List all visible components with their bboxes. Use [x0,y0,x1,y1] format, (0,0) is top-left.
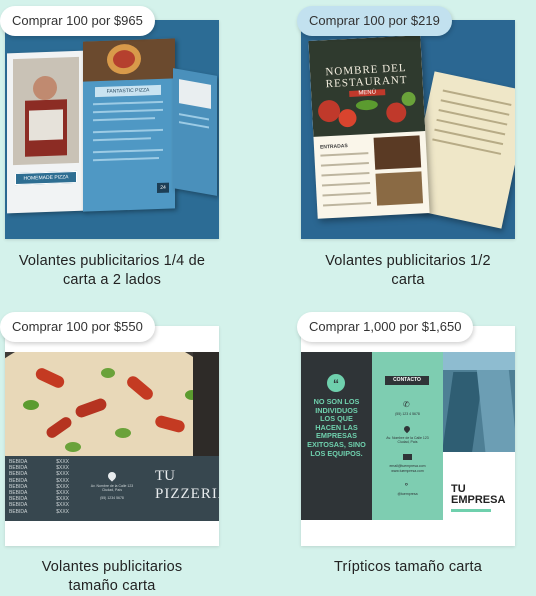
location-pin-icon [402,424,412,434]
tri-panel-left: “ NO SON LOS INDIVIDUOS LOS QUE HACEN LA… [301,352,372,520]
chef-photo [13,56,79,166]
contact-label: CONTACTO [385,376,429,385]
product-title-line2: carta a 2 lados [62,272,162,288]
phone-icon: ✆ [403,400,410,409]
buy-badge[interactable]: Comprar 1,000 por $1,650 [297,312,474,342]
tri-quote: NO SON LOS INDIVIDUOS LOS QUE HACEN LAS … [307,397,366,458]
buy-badge[interactable]: Comprar 100 por $550 [0,312,155,342]
quote-icon: “ [327,374,345,392]
pizzeria-info-band: BEBIDA $XXX BEBIDA $XXX BEBIDA $XXX BEBIDA $… [5,456,219,521]
product-title-line1: Volantes publicitarios 1/2 [325,253,491,269]
page-number: 24 [157,182,169,194]
flyer-label: HOMEMADE PIZZA [15,170,77,186]
brand-line2: PIZZERIA [155,486,219,502]
pizza-photo [83,38,175,82]
product-title-line2: carta [391,272,425,288]
mail-icon [403,454,412,460]
pizzeria-address: Av. Nombre de la Calle 123 Ciudad, País [90,484,134,492]
product-title[interactable]: Trípticos tamaño carta [296,558,520,577]
product-title-line1: Volantes publicitarios 1/4 de [18,253,206,269]
product-title[interactable]: Volantes publicitarios 1/2 carta [296,252,520,290]
share-icon: ⚬ [403,480,410,489]
pizza-photo [5,352,219,456]
product-thumbnail[interactable]: “ NO SON LOS INDIVIDUOS LOS QUE HACEN LA… [301,326,515,546]
flyer-back-panel: HOMEMADE PIZZA [7,50,85,214]
product-title-line2: tamaño carta [68,578,156,594]
buy-badge[interactable]: Comprar 100 por $219 [297,6,452,36]
flyer-header: FANTASTIC PIZZA [95,84,161,98]
dish-photo-2 [375,171,424,206]
product-title[interactable]: Volantes publicitarios tamaño carta [0,558,224,596]
building-photo [443,352,515,452]
menu-price-list: BEBIDA $XXX BEBIDA $XXX BEBIDA $XXX BEBIDA $… [9,459,69,515]
menu-section: ENTRADAS [319,143,348,151]
flyer-front-panel: FANTASTIC PIZZA 24 [83,38,175,212]
pizzeria-phone: (55) 1234 5678 [100,496,124,500]
product-thumbnail[interactable]: NOMBRE DEL RESTAURANT MENÚ ENTRADAS [301,20,515,239]
tri-web: www.tuempresa.com [391,469,424,473]
location-pin-icon [106,470,118,482]
dish-photo-1 [373,135,422,170]
product-thumbnail[interactable]: HOMEMADE PIZZA FANTASTIC PIZZA 24 [5,20,219,239]
product-title-line1: Volantes publicitarios [41,559,183,575]
tri-address: Av. Nombre de la Calle 123 Ciudad, País [386,436,429,444]
tri-social: @tuempresa [397,492,418,496]
tri-brand-2: EMPRESA [451,494,506,506]
buy-badge[interactable]: Comprar 100 por $965 [0,6,155,36]
product-title-line1: Trípticos tamaño carta [333,559,483,575]
tri-phone: (55) 123 4 5678 [395,412,420,416]
product-thumbnail[interactable]: BEBIDA $XXX BEBIDA $XXX BEBIDA $XXX BEBIDA $… [5,326,219,546]
tri-panel-right: TU EMPRESA [443,352,515,520]
tri-panel-middle: CONTACTO ✆ (55) 123 4 5678 Av. Nombre de… [372,352,443,520]
product-title[interactable]: Volantes publicitarios 1/4 de carta a 2 … [0,252,224,290]
menu-front-sheet: NOMBRE DEL RESTAURANT MENÚ ENTRADAS [308,35,430,219]
brand-line1: TU [155,468,175,484]
brand-underline [451,509,491,512]
flyer-side-panel [173,68,217,196]
tri-email: email@tuempresa.com [389,464,426,468]
